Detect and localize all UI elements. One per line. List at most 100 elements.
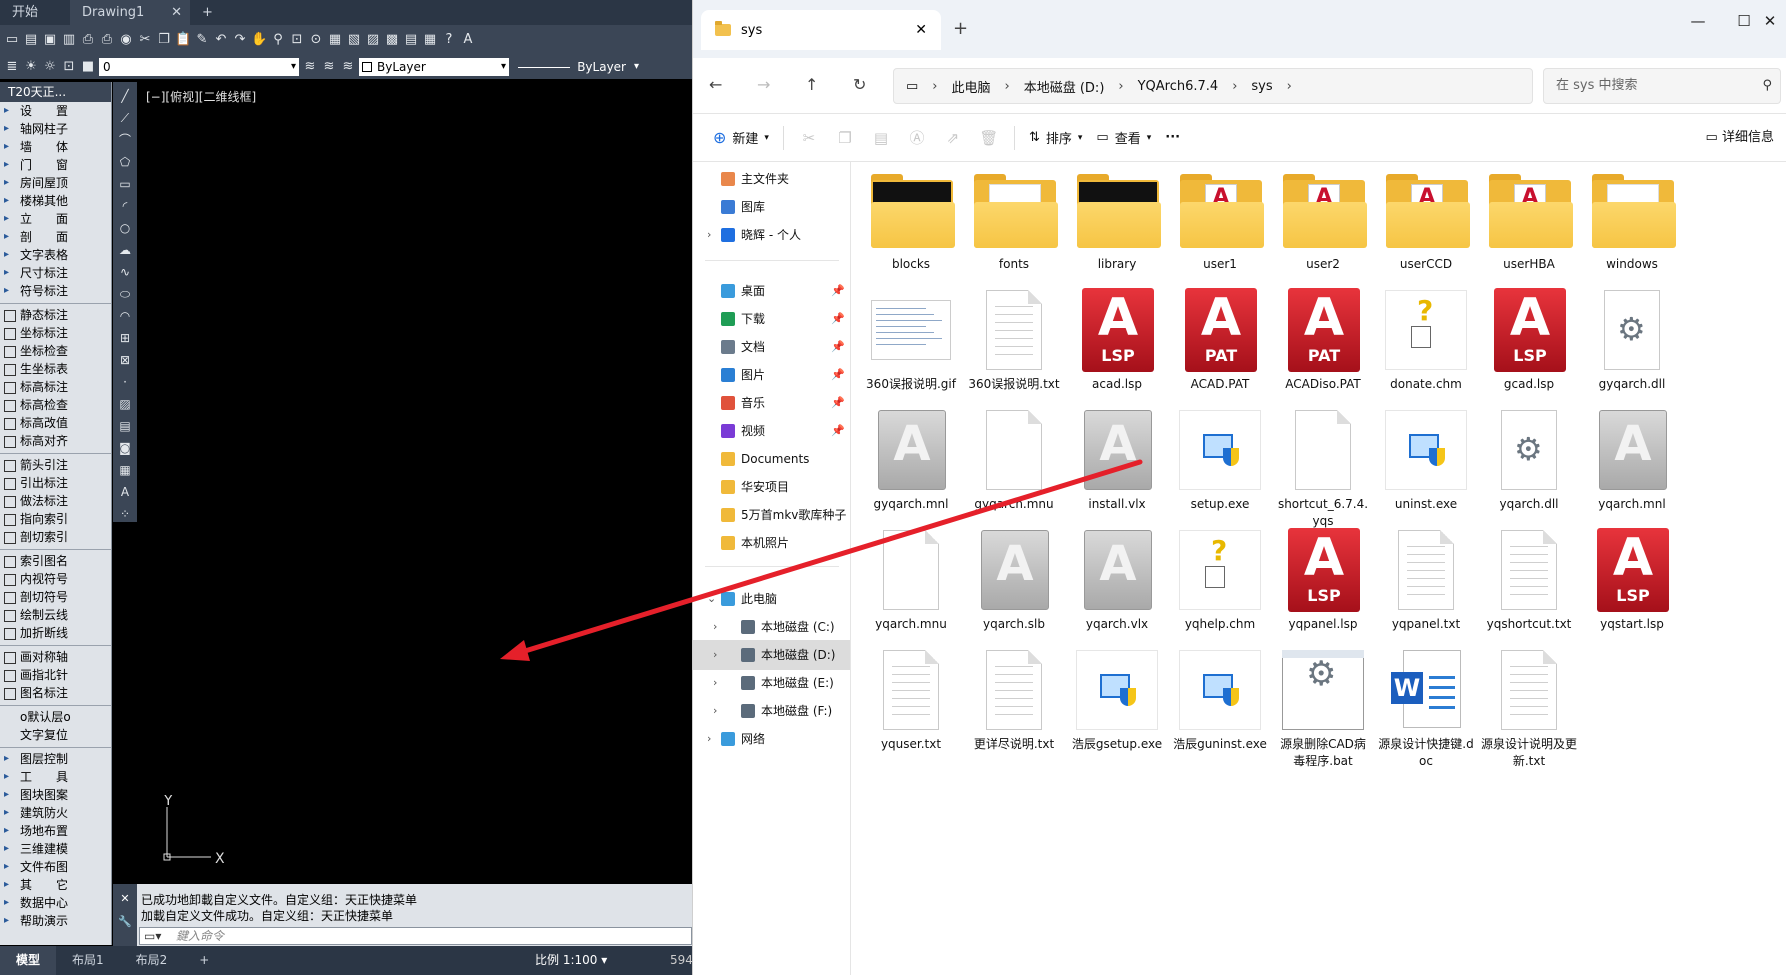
chevron-right-icon[interactable]: › bbox=[1232, 79, 1237, 94]
chevron-right-icon[interactable]: › bbox=[932, 79, 937, 94]
file-item[interactable]: yqarch.mnu bbox=[861, 526, 961, 633]
file-item[interactable]: uninst.exe bbox=[1376, 406, 1476, 513]
panel-item[interactable]: 三维建模 bbox=[0, 840, 111, 858]
tool-palettes-icon[interactable]: ▨ bbox=[365, 32, 381, 48]
help-icon[interactable]: ? bbox=[441, 32, 457, 48]
construction-line-icon[interactable]: ⟋ bbox=[117, 110, 133, 126]
panel-item[interactable]: 剖切索引 bbox=[0, 528, 111, 546]
rectangle-icon[interactable]: ▭ bbox=[117, 176, 133, 192]
zoom-realtime-icon[interactable]: ⚲ bbox=[270, 32, 286, 48]
file-item[interactable]: 360误报说明.gif bbox=[861, 286, 961, 393]
file-item[interactable]: 源泉设计说明及更新.txt bbox=[1479, 646, 1579, 770]
nav-item[interactable]: 音乐 📌 bbox=[693, 388, 850, 418]
panel-item[interactable]: 箭头引注 bbox=[0, 456, 111, 474]
panel-item[interactable]: 楼梯其他 bbox=[0, 192, 111, 210]
line-icon[interactable]: ╱ bbox=[117, 88, 133, 104]
breadcrumb-yqarch[interactable]: YQArch6.7.4 bbox=[1138, 79, 1219, 94]
up-icon[interactable]: ↑ bbox=[805, 75, 818, 94]
panel-item[interactable]: 场地布置 bbox=[0, 822, 111, 840]
pin-icon[interactable]: 📌 bbox=[831, 304, 845, 334]
layer-previous-icon[interactable]: ≋ bbox=[321, 59, 337, 75]
nav-item[interactable]: › 网络 bbox=[693, 724, 850, 754]
panel-item[interactable]: 标高改值 bbox=[0, 414, 111, 432]
panel-item[interactable]: 符号标注 bbox=[0, 282, 111, 300]
nav-item[interactable]: 图片 📌 bbox=[693, 360, 850, 390]
nav-item[interactable]: 文档 📌 bbox=[693, 332, 850, 362]
panel-item[interactable]: 帮助演示 bbox=[0, 912, 111, 930]
panel-item[interactable]: 门 窗 bbox=[0, 156, 111, 174]
refresh-icon[interactable]: ↻ bbox=[853, 75, 866, 94]
chevron-right-icon[interactable]: › bbox=[1118, 79, 1123, 94]
plot-preview-icon[interactable]: ⎙ bbox=[99, 32, 115, 48]
nav-item[interactable]: › 本地磁盘 (F:) bbox=[693, 696, 850, 726]
table-icon[interactable]: ▦ bbox=[117, 462, 133, 478]
window-close-button[interactable]: ✕ bbox=[1755, 12, 1785, 30]
copy-icon[interactable]: ❐ bbox=[834, 129, 856, 147]
tab-model[interactable]: 模型 bbox=[0, 946, 57, 975]
explorer-tab[interactable]: sys ✕ bbox=[701, 10, 941, 50]
file-item[interactable]: shortcut_6.7.4.yqs bbox=[1273, 406, 1373, 530]
file-item[interactable]: gyqarch.mnu bbox=[964, 406, 1064, 513]
panel-item[interactable]: 其 它 bbox=[0, 876, 111, 894]
expand-chevron-icon[interactable]: › bbox=[713, 612, 717, 642]
new-tab-button[interactable]: + bbox=[190, 0, 225, 25]
pan-icon[interactable]: ✋ bbox=[251, 32, 267, 48]
panel-item[interactable]: 图层控制 bbox=[0, 750, 111, 768]
save-as-icon[interactable]: ▥ bbox=[61, 32, 77, 48]
layer-color-icon[interactable]: ■ bbox=[80, 59, 96, 75]
folder-item[interactable]: blocks bbox=[861, 166, 961, 273]
panel-item[interactable]: 静态标注 bbox=[0, 306, 111, 324]
expand-chevron-icon[interactable]: › bbox=[713, 640, 717, 670]
forward-icon[interactable]: → bbox=[757, 75, 770, 94]
file-item[interactable]: Ainstall.vlx bbox=[1067, 406, 1167, 513]
panel-item[interactable]: 生坐标表 bbox=[0, 360, 111, 378]
layer-on-icon[interactable]: ☀ bbox=[23, 59, 39, 75]
panel-item[interactable]: 内视符号 bbox=[0, 570, 111, 588]
file-item[interactable]: A LSP gcad.lsp bbox=[1479, 286, 1579, 393]
file-item[interactable]: 浩辰guninst.exe bbox=[1170, 646, 1270, 753]
file-item[interactable]: 360误报说明.txt bbox=[964, 286, 1064, 393]
layer-lock-icon[interactable]: ⊡ bbox=[61, 59, 77, 75]
panel-item[interactable]: 文字复位 bbox=[0, 726, 111, 744]
chevron-right-icon[interactable]: › bbox=[1005, 79, 1010, 94]
tab-start[interactable]: 开始 bbox=[0, 0, 70, 25]
panel-item[interactable]: 标高标注 bbox=[0, 378, 111, 396]
design-center-icon[interactable]: ▧ bbox=[346, 32, 362, 48]
panel-item[interactable]: 房间屋顶 bbox=[0, 174, 111, 192]
cut-icon[interactable]: ✂ bbox=[798, 129, 820, 147]
close-tab-icon[interactable]: ✕ bbox=[915, 22, 927, 38]
file-item[interactable]: ⚙ gyqarch.dll bbox=[1582, 286, 1682, 393]
pin-icon[interactable]: 📌 bbox=[831, 416, 845, 446]
tab-drawing1[interactable]: Drawing1 ✕ bbox=[70, 0, 190, 25]
ellipse-icon[interactable]: ⬭ bbox=[117, 286, 133, 302]
address-bar[interactable]: ▭ › 此电脑 › 本地磁盘 (D:) › YQArch6.7.4 › sys … bbox=[893, 68, 1533, 104]
expand-chevron-icon[interactable]: › bbox=[713, 668, 717, 698]
panel-item[interactable]: 墙 体 bbox=[0, 138, 111, 156]
pin-icon[interactable]: 📌 bbox=[831, 360, 845, 390]
panel-item[interactable]: 文字表格 bbox=[0, 246, 111, 264]
file-item[interactable]: A LSP yqpanel.lsp bbox=[1273, 526, 1373, 633]
command-window-handle[interactable]: ✕ 🔧 bbox=[113, 884, 137, 946]
panel-item[interactable]: 引出标注 bbox=[0, 474, 111, 492]
file-item[interactable]: yqshortcut.txt bbox=[1479, 526, 1579, 633]
mtext-icon[interactable]: A bbox=[117, 484, 133, 500]
panel-item[interactable]: 轴网柱子 bbox=[0, 120, 111, 138]
file-item[interactable]: A PAT ACAD.PAT bbox=[1170, 286, 1270, 393]
redo-icon[interactable]: ↷ bbox=[232, 32, 248, 48]
panel-item[interactable]: 图名标注 bbox=[0, 684, 111, 702]
chevron-right-icon[interactable]: › bbox=[1287, 79, 1292, 94]
nav-item[interactable]: 华安项目 bbox=[693, 472, 850, 502]
file-item[interactable]: ? donate.chm bbox=[1376, 286, 1476, 393]
ellipse-arc-icon[interactable]: ◠ bbox=[117, 308, 133, 324]
viewport-label[interactable]: [−][俯视][二维线框] bbox=[146, 88, 256, 105]
file-item[interactable]: 浩辰gsetup.exe bbox=[1067, 646, 1167, 753]
panel-item[interactable]: 工 具 bbox=[0, 768, 111, 786]
publish-icon[interactable]: ◉ bbox=[118, 32, 134, 48]
arc-icon[interactable]: ◜ bbox=[117, 198, 133, 214]
share-icon[interactable]: ⇗ bbox=[942, 129, 964, 147]
nav-item[interactable]: 主文件夹 bbox=[693, 164, 850, 194]
new-button[interactable]: ⊕ 新建 ▾ bbox=[713, 128, 769, 147]
copy-icon[interactable]: ❐ bbox=[156, 32, 172, 48]
nav-item[interactable]: › 本地磁盘 (E:) bbox=[693, 668, 850, 698]
nav-item[interactable]: 5万首mkv歌库种子 bbox=[693, 500, 850, 530]
